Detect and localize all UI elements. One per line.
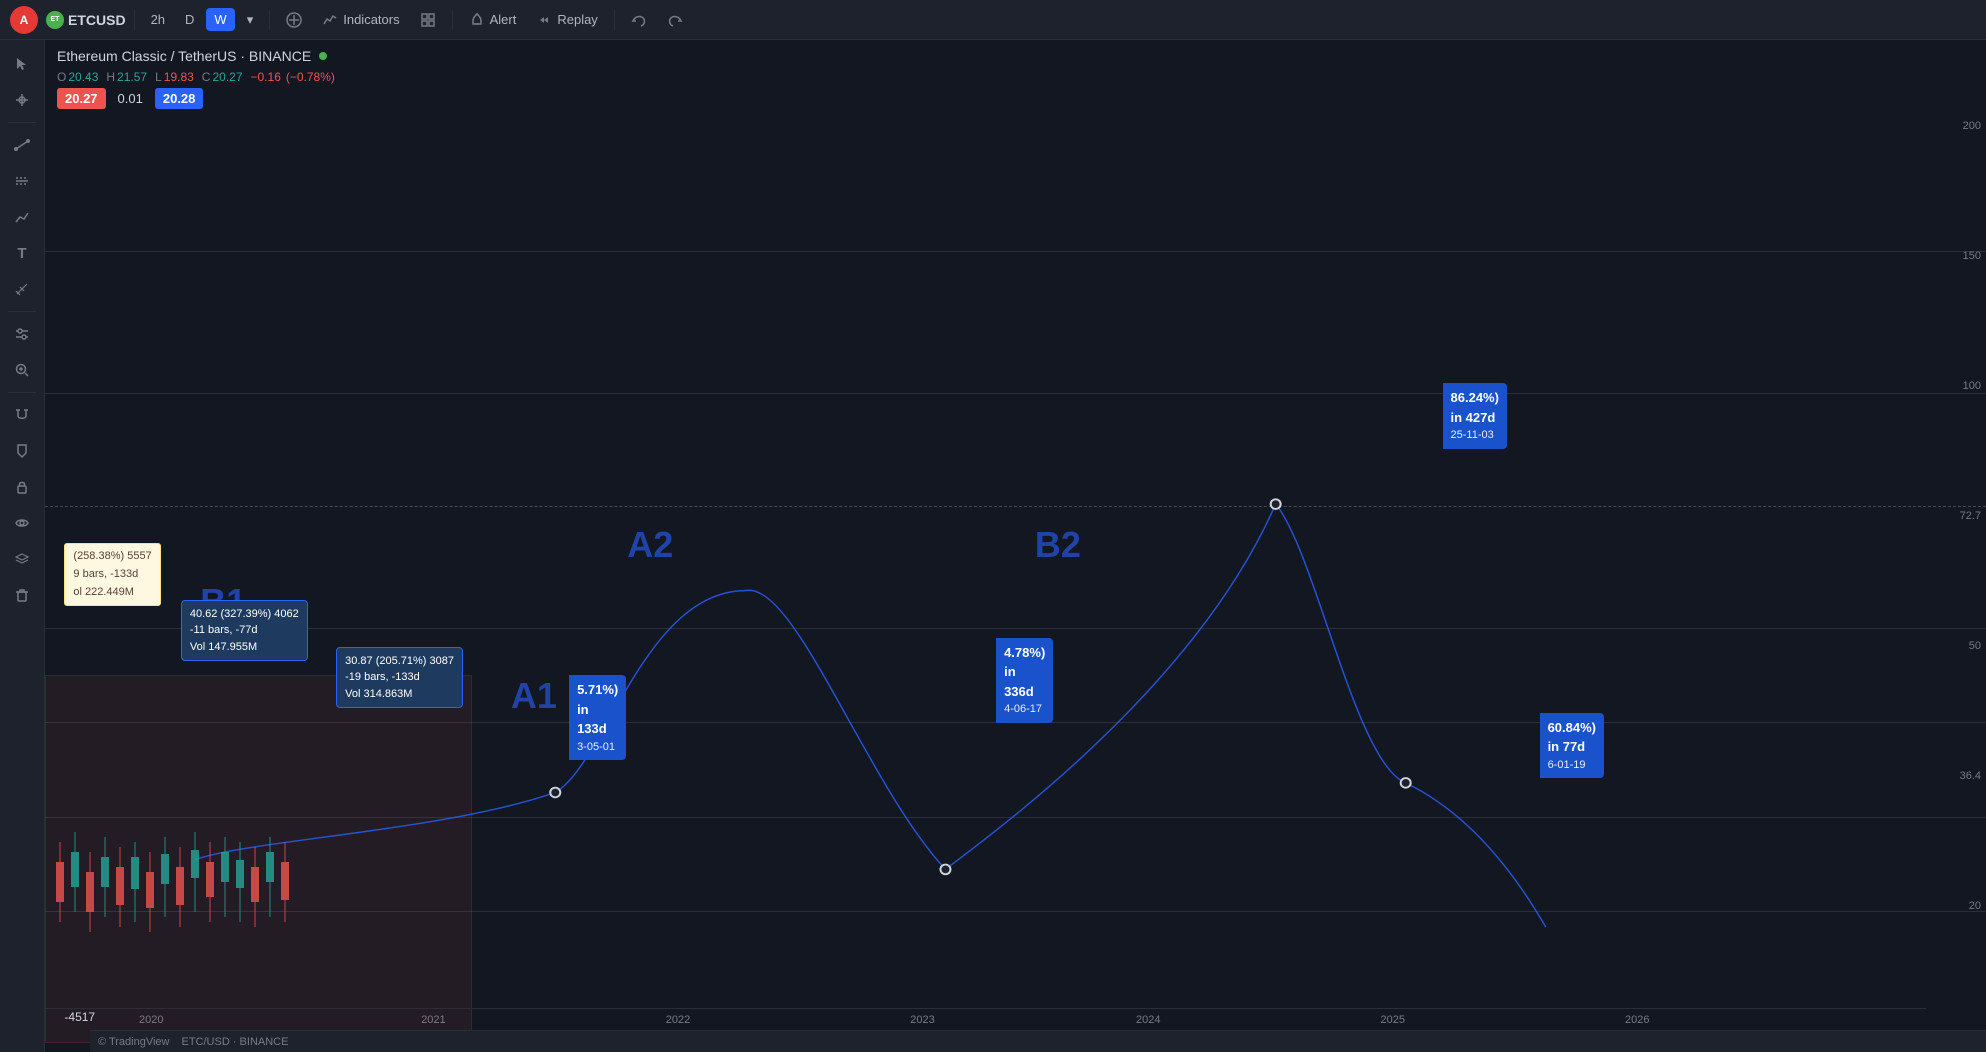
price-tick-2: 150 xyxy=(1926,250,1981,262)
timeframe-dropdown-btn[interactable]: ▾ xyxy=(239,8,262,32)
bottom-bar: © TradingView ETC/USD · BINANCE xyxy=(90,1030,1986,1052)
symbol-logo: ET xyxy=(46,11,64,29)
left-sidebar: T xyxy=(0,40,45,1052)
chart-canvas: B1 A1 A2 B2 (258.38%) 5557 9 bars, -133d… xyxy=(45,110,1986,1052)
crosshair-icon[interactable] xyxy=(6,84,38,116)
price-tick-4: 72.7 xyxy=(1926,510,1981,522)
close-label: C xyxy=(202,70,211,84)
indicators-icon xyxy=(322,12,338,28)
price-tick-3: 100 xyxy=(1926,380,1981,392)
change-val: −0.16 xyxy=(251,70,281,84)
text-tool-icon[interactable]: T xyxy=(6,237,38,269)
timeframe-d-btn[interactable]: D xyxy=(177,8,202,31)
replay-icon xyxy=(536,12,552,28)
line-tool-icon[interactable] xyxy=(6,129,38,161)
lock-icon[interactable] xyxy=(6,471,38,503)
horizontal-line-icon[interactable] xyxy=(6,165,38,197)
sidebar-div-2 xyxy=(8,311,36,312)
price-tick-7: 20 xyxy=(1926,900,1981,912)
price-title-row: Ethereum Classic / TetherUS · BINANCE xyxy=(57,48,1974,64)
zoom-in-icon[interactable] xyxy=(6,354,38,386)
alert-icon xyxy=(469,12,485,28)
timeframe-2h-btn[interactable]: 2h xyxy=(143,8,173,31)
compare-btn[interactable] xyxy=(278,8,310,32)
low-label: L xyxy=(155,70,162,84)
layouts-btn[interactable] xyxy=(412,8,444,32)
divider-4 xyxy=(614,10,615,30)
price-tick-6: 36.4 xyxy=(1926,770,1981,782)
undo-icon xyxy=(631,12,647,28)
time-axis: 2020 2021 2022 2023 2024 2025 2026 xyxy=(45,1008,1926,1030)
cursor-icon[interactable] xyxy=(6,48,38,80)
candlestick-svg xyxy=(45,782,425,982)
high-label: H xyxy=(106,70,115,84)
close-val: 20.27 xyxy=(212,70,242,84)
divider-1 xyxy=(134,10,135,30)
open-label: O xyxy=(57,70,66,84)
magnet-icon[interactable] xyxy=(6,399,38,431)
right-price-axis: 200 150 100 72.7 50 36.4 20 10 xyxy=(1926,110,1986,1052)
layers-icon[interactable] xyxy=(6,543,38,575)
current-price-badge: 20.27 xyxy=(57,88,106,109)
layouts-icon xyxy=(420,12,436,28)
diff-badge: 0.01 xyxy=(112,88,149,109)
replay-btn[interactable]: Replay xyxy=(528,8,605,32)
open-val: 20.43 xyxy=(68,70,98,84)
price-tick-5: 50 xyxy=(1926,640,1981,652)
trash-icon[interactable] xyxy=(6,579,38,611)
time-tick-4: 2023 xyxy=(910,1014,934,1026)
eye-icon[interactable] xyxy=(6,507,38,539)
trend-line-icon[interactable] xyxy=(6,201,38,233)
divider-3 xyxy=(452,10,453,30)
price-badges-row: 20.27 0.01 20.28 xyxy=(57,88,1974,109)
divider-2 xyxy=(269,10,270,30)
time-tick-2: 2021 xyxy=(421,1014,445,1026)
symbol-footer: ETC/USD · BINANCE xyxy=(182,1036,289,1048)
toolbar: A ET ETCUSD 2h D W ▾ Indicators xyxy=(0,0,1986,40)
copyright: © TradingView xyxy=(98,1036,170,1048)
compare-icon xyxy=(286,12,302,28)
live-indicator xyxy=(319,52,327,60)
redo-btn[interactable] xyxy=(659,8,691,32)
price-tick-top: 200 xyxy=(1926,120,1981,132)
change-pct: (−0.78%) xyxy=(286,70,335,84)
timeframe-w-btn[interactable]: W xyxy=(206,8,234,31)
high-val: 21.57 xyxy=(117,70,147,84)
time-tick-5: 2024 xyxy=(1136,1014,1160,1026)
price-header: Ethereum Classic / TetherUS · BINANCE O … xyxy=(45,40,1986,110)
sidebar-div-3 xyxy=(8,392,36,393)
chart-area: Ethereum Classic / TetherUS · BINANCE O … xyxy=(45,40,1986,1052)
marker-icon[interactable] xyxy=(6,435,38,467)
sidebar-div-1 xyxy=(8,122,36,123)
time-tick-1: 2020 xyxy=(139,1014,163,1026)
pair-title: Ethereum Classic / TetherUS · BINANCE xyxy=(57,48,311,64)
time-tick-6: 2025 xyxy=(1381,1014,1405,1026)
alert-btn[interactable]: Alert xyxy=(461,8,525,32)
redo-icon xyxy=(667,12,683,28)
time-tick-7: 2026 xyxy=(1625,1014,1649,1026)
low-val: 19.83 xyxy=(164,70,194,84)
price2-badge: 20.28 xyxy=(155,88,204,109)
indicators-btn[interactable]: Indicators xyxy=(314,8,407,32)
measure-tool-icon[interactable] xyxy=(6,273,38,305)
time-tick-3: 2022 xyxy=(666,1014,690,1026)
adjust-icon[interactable] xyxy=(6,318,38,350)
user-avatar[interactable]: A xyxy=(10,6,38,34)
undo-btn[interactable] xyxy=(623,8,655,32)
symbol-name[interactable]: ETCUSD xyxy=(68,12,126,28)
ohlc-row: O 20.43 H 21.57 L 19.83 C 20.27 −0.16 (−… xyxy=(57,70,1974,84)
